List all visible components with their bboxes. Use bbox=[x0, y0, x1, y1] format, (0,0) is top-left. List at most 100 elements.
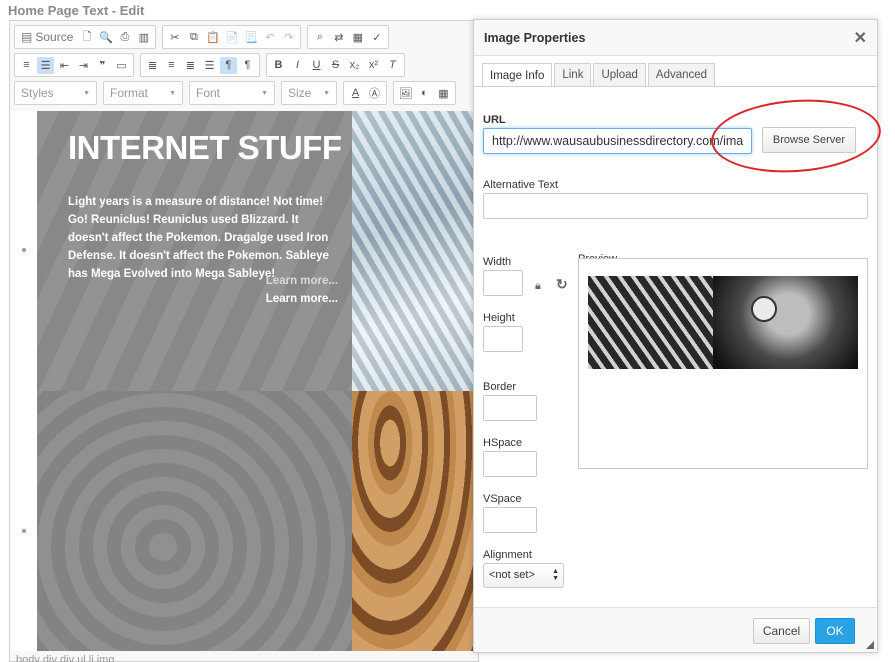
image-icon[interactable]: 🖼 bbox=[397, 85, 414, 102]
paste-word-icon[interactable]: 📃 bbox=[242, 29, 259, 46]
vspace-input[interactable] bbox=[483, 507, 537, 533]
lock-icon[interactable]: 🔒︎ bbox=[535, 280, 541, 293]
select-all-icon[interactable]: ▦ bbox=[349, 29, 366, 46]
styles-label: Styles bbox=[21, 86, 54, 100]
learn-more-link[interactable]: Learn more... bbox=[266, 293, 338, 305]
strike-icon[interactable]: S bbox=[327, 57, 344, 74]
flash-icon[interactable]: ◐ bbox=[416, 85, 433, 102]
bold-icon[interactable]: B bbox=[270, 57, 287, 74]
preview-box bbox=[578, 258, 868, 469]
content-tile-internet-stuff[interactable]: INTERNET STUFF Light years is a measure … bbox=[37, 111, 352, 391]
height-label: Height bbox=[483, 312, 515, 324]
text-color-icon[interactable]: A bbox=[347, 85, 364, 102]
reset-icon[interactable]: ↻ bbox=[556, 276, 568, 293]
dialog-header[interactable]: Image Properties ✕ bbox=[474, 20, 877, 56]
elements-path[interactable]: body div div ul li img bbox=[16, 654, 114, 662]
toolbar-group-insert: 🖼 ◐ ▦ bbox=[393, 81, 456, 105]
dialog-footer: Cancel OK bbox=[474, 607, 877, 652]
print-icon[interactable]: ⎙ bbox=[116, 29, 133, 46]
tabs-divider bbox=[474, 86, 877, 87]
font-combo[interactable]: Font ▼ bbox=[189, 81, 275, 105]
url-label: URL bbox=[483, 114, 506, 126]
toolbar-group-document: ▤ Source 🗋 🔍 ⎙ ▥ bbox=[14, 25, 157, 49]
rtl-icon[interactable]: ¶ bbox=[239, 57, 256, 74]
learn-more-link[interactable]: Learn more... bbox=[266, 275, 338, 287]
url-input[interactable]: http://www.wausaubusinessdirectory.com/i… bbox=[483, 128, 752, 154]
tab-link[interactable]: Link bbox=[554, 63, 592, 86]
height-input[interactable] bbox=[483, 326, 523, 352]
align-center-icon[interactable]: ≡ bbox=[163, 57, 180, 74]
hspace-input[interactable] bbox=[483, 451, 537, 477]
browse-server-button[interactable]: Browse Server bbox=[762, 127, 856, 153]
paste-text-icon[interactable]: 📄 bbox=[223, 29, 240, 46]
templates-icon[interactable]: ▥ bbox=[135, 29, 152, 46]
hero-text: Light years is a measure of distance! No… bbox=[68, 196, 329, 280]
subscript-icon[interactable]: x₂ bbox=[346, 57, 363, 74]
size-combo[interactable]: Size ▼ bbox=[281, 81, 337, 105]
dialog-title: Image Properties bbox=[484, 31, 586, 45]
alt-text-input[interactable] bbox=[483, 193, 868, 219]
align-right-icon[interactable]: ≣ bbox=[182, 57, 199, 74]
decrease-indent-icon[interactable]: ⇤ bbox=[56, 57, 73, 74]
new-page-icon[interactable]: 🗋 bbox=[78, 29, 95, 46]
align-left-icon[interactable]: ≣ bbox=[144, 57, 161, 74]
content-tile-gray[interactable] bbox=[37, 391, 352, 651]
blockquote-icon[interactable]: ❞ bbox=[94, 57, 111, 74]
styles-combo[interactable]: Styles ▼ bbox=[14, 81, 97, 105]
replace-icon[interactable]: ⇄ bbox=[330, 29, 347, 46]
remove-format-icon[interactable]: T bbox=[384, 57, 401, 74]
toolbar-group-lists: ≡ ☰ ⇤ ⇥ ❞ ▭ bbox=[14, 53, 134, 77]
create-div-icon[interactable]: ▭ bbox=[113, 57, 130, 74]
superscript-icon[interactable]: x² bbox=[365, 57, 382, 74]
paste-icon[interactable]: 📋 bbox=[204, 29, 221, 46]
copy-icon[interactable]: ⧉ bbox=[185, 29, 202, 46]
cut-icon[interactable]: ✂ bbox=[166, 29, 183, 46]
toolbar-group-clipboard: ✂ ⧉ 📋 📄 📃 ↶ ↷ bbox=[162, 25, 302, 49]
preview-icon[interactable]: 🔍 bbox=[97, 29, 114, 46]
list-bullet bbox=[22, 529, 26, 533]
tab-upload[interactable]: Upload bbox=[593, 63, 646, 86]
source-button[interactable]: ▤ Source bbox=[18, 30, 76, 44]
format-combo[interactable]: Format ▼ bbox=[103, 81, 183, 105]
undo-icon[interactable]: ↶ bbox=[261, 29, 278, 46]
resize-handle-icon[interactable] bbox=[866, 641, 874, 649]
tab-advanced[interactable]: Advanced bbox=[647, 63, 716, 86]
alignment-select[interactable]: <not set> ▲ ▼ bbox=[483, 563, 564, 588]
underline-icon[interactable]: U bbox=[308, 57, 325, 74]
toolbar-row-3: Styles ▼ Format ▼ Font ▼ Size ▼ A Ⓐ 🖼 ◐ ▦ bbox=[14, 80, 460, 106]
toolbar-group-basicstyles: B I U S x₂ x² T bbox=[266, 53, 405, 77]
format-label: Format bbox=[110, 86, 149, 100]
redo-icon[interactable]: ↷ bbox=[280, 29, 297, 46]
border-input[interactable] bbox=[483, 395, 537, 421]
chevron-down-icon: ▼ bbox=[169, 89, 176, 97]
source-icon: ▤ bbox=[21, 30, 33, 44]
close-icon[interactable]: ✕ bbox=[854, 28, 867, 48]
numbered-list-icon[interactable]: ≡ bbox=[18, 57, 35, 74]
alt-text-label: Alternative Text bbox=[483, 179, 559, 191]
table-icon[interactable]: ▦ bbox=[435, 85, 452, 102]
cancel-button[interactable]: Cancel bbox=[753, 618, 810, 644]
alignment-value: <not set> bbox=[489, 569, 535, 581]
find-icon[interactable]: ⌕ bbox=[311, 29, 328, 46]
background-color-icon[interactable]: Ⓐ bbox=[366, 85, 383, 102]
image-properties-dialog: Image Properties ✕ Image Info Link Uploa… bbox=[473, 19, 878, 653]
italic-icon[interactable]: I bbox=[289, 57, 306, 74]
tab-image-info[interactable]: Image Info bbox=[482, 63, 553, 87]
chevron-down-icon: ▼ bbox=[261, 89, 268, 97]
toolbar-row-1: ▤ Source 🗋 🔍 ⎙ ▥ ✂ ⧉ 📋 📄 📃 ↶ ↷ ⌕ ⇄ ▦ ✓ bbox=[14, 24, 393, 50]
ok-button[interactable]: OK bbox=[815, 618, 855, 644]
hero-title: INTERNET STUFF bbox=[68, 129, 342, 166]
increase-indent-icon[interactable]: ⇥ bbox=[75, 57, 92, 74]
editor-content[interactable]: INTERNET STUFF Light years is a measure … bbox=[11, 111, 479, 651]
ltr-icon[interactable]: ¶ bbox=[220, 56, 237, 74]
spellcheck-icon[interactable]: ✓ bbox=[368, 29, 385, 46]
bulleted-list-icon[interactable]: ☰ bbox=[37, 56, 54, 74]
content-image-station[interactable] bbox=[352, 111, 479, 391]
page-title: Home Page Text - Edit bbox=[8, 3, 145, 18]
toolbar-group-align: ≣ ≡ ≣ ☰ ¶ ¶ bbox=[140, 53, 260, 77]
justify-icon[interactable]: ☰ bbox=[201, 57, 218, 74]
width-input[interactable] bbox=[483, 270, 523, 296]
content-image-barrels[interactable] bbox=[352, 391, 479, 651]
rich-text-editor: ▤ Source 🗋 🔍 ⎙ ▥ ✂ ⧉ 📋 📄 📃 ↶ ↷ ⌕ ⇄ ▦ ✓ ≡ bbox=[9, 20, 479, 662]
tile-background-image bbox=[37, 391, 352, 651]
